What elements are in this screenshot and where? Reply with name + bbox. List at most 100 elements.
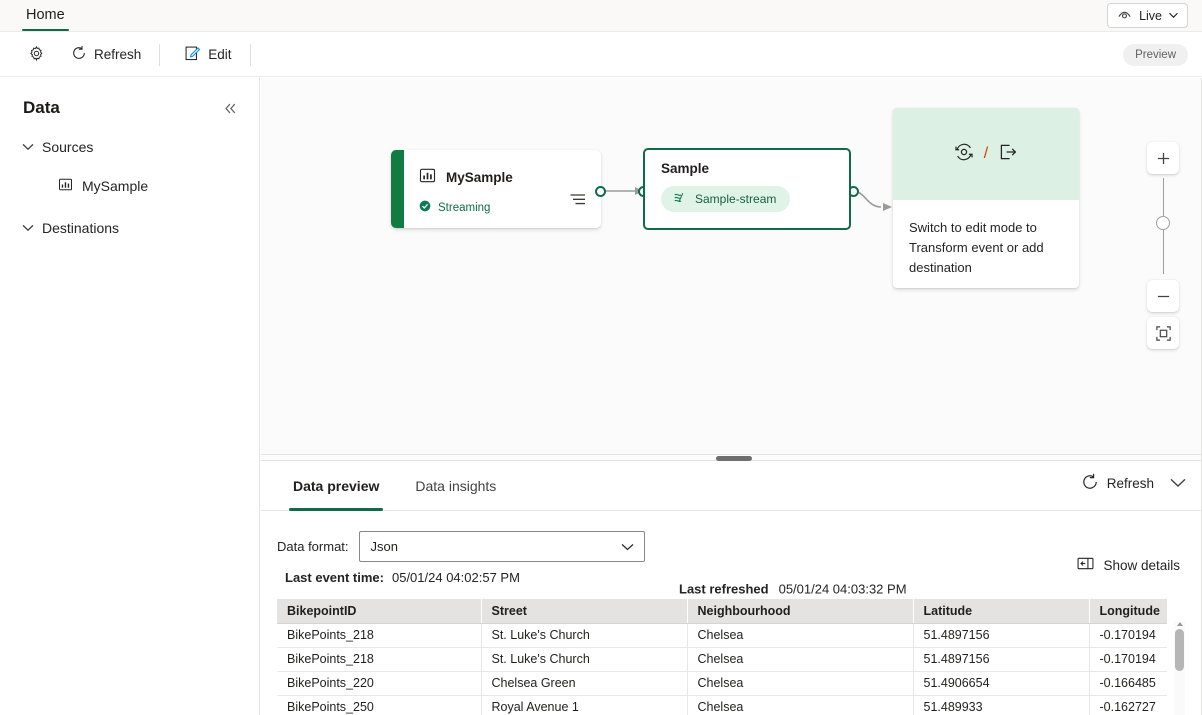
- table-cell: 51.4897156: [913, 623, 1090, 648]
- canvas-node-hint[interactable]: / Switch to edit mode to Transform event…: [893, 108, 1079, 288]
- table-cell: BikePoints_220: [277, 671, 482, 696]
- chevron-down-icon: [22, 224, 34, 232]
- preview-badge-label: Preview: [1135, 49, 1176, 61]
- table-column-header[interactable]: BikepointID: [277, 599, 482, 624]
- scroll-up-arrow-icon[interactable]: [1176, 622, 1183, 626]
- data-preview-table: BikepointID Street Neighbourhood Latitude Lo…: [277, 599, 1167, 715]
- eventstream-canvas[interactable]: MySample Streaming Sample Sample-stream …: [261, 78, 1202, 454]
- sidebar-item-mysample[interactable]: MySample: [0, 171, 259, 201]
- table-cell: BikePoints_218: [277, 647, 482, 672]
- table-row[interactable]: BikePoints_218 St. Luke's Church Chelsea 51…: [277, 623, 1167, 648]
- data-format-label: Data format:: [277, 539, 349, 554]
- preview-meta: Data format: Json Last event time: 05/01…: [261, 511, 1202, 597]
- table-cell: Chelsea: [687, 623, 914, 648]
- sidebar-group-sources[interactable]: Sources: [0, 132, 259, 162]
- refresh-button[interactable]: Refresh: [61, 40, 151, 70]
- sidebar-title: Data: [23, 98, 60, 117]
- show-details-label: Show details: [1103, 557, 1180, 573]
- refresh-icon: [1081, 473, 1099, 494]
- app-root: Home Live Refresh Edit Preview Data Sour…: [0, 0, 1202, 715]
- tab-home[interactable]: Home: [18, 0, 73, 31]
- check-circle-icon: [419, 200, 431, 215]
- table-body: BikePoints_218 St. Luke's Church Chelsea 51…: [277, 623, 1167, 715]
- edit-label: Edit: [208, 47, 232, 62]
- table-cell: 51.489933: [913, 695, 1090, 715]
- bottom-panel: Data preview Data insights Refresh Data …: [261, 461, 1202, 715]
- sidebar-group-sources-label: Sources: [42, 139, 94, 155]
- table-cell: -0.162727: [1089, 695, 1167, 715]
- zoom-in-button[interactable]: [1147, 142, 1179, 174]
- command-bar: Refresh Edit Preview: [0, 33, 1202, 77]
- canvas-node-source[interactable]: MySample Streaming: [391, 150, 601, 228]
- tab-data-insights[interactable]: Data insights: [411, 461, 500, 511]
- table-column-header[interactable]: Latitude: [913, 599, 1090, 624]
- tab-data-insights-label: Data insights: [415, 477, 497, 494]
- canvas-node-stream[interactable]: Sample Sample-stream: [643, 148, 851, 230]
- zoom-slider[interactable]: [1147, 174, 1179, 278]
- export-destination-icon: [997, 141, 1019, 168]
- table-row[interactable]: BikePoints_218 St. Luke's Church Chelsea 51…: [277, 647, 1167, 672]
- table-cell: Royal Avenue 1: [481, 695, 688, 715]
- table-header-row: BikepointID Street Neighbourhood Latitude Lo…: [277, 599, 1167, 624]
- table-cell: Chelsea: [687, 647, 914, 672]
- transform-icon: [953, 141, 975, 168]
- zoom-out-button[interactable]: [1147, 280, 1179, 312]
- edit-button[interactable]: Edit: [174, 40, 241, 70]
- table-cell: BikePoints_250: [277, 695, 482, 715]
- table-vertical-scrollbar[interactable]: [1174, 621, 1185, 715]
- chevron-down-icon: [621, 539, 634, 554]
- table-column-header[interactable]: Longitude: [1089, 599, 1167, 624]
- source-node-header: MySample: [419, 167, 513, 187]
- settings-button[interactable]: [18, 40, 55, 70]
- zoom-slider-knob[interactable]: [1156, 216, 1170, 230]
- bottom-panel-tabs: Data preview Data insights Refresh: [261, 461, 1202, 511]
- last-event-time-row: Last event time: 05/01/24 04:02:57 PM: [285, 570, 520, 585]
- sidebar-item-mysample-label: MySample: [82, 178, 149, 194]
- hint-separator: /: [983, 145, 989, 162]
- live-mode-button[interactable]: Live: [1107, 3, 1188, 28]
- bottom-panel-collapse-button[interactable]: [1170, 475, 1186, 493]
- eye-icon: [1117, 8, 1132, 23]
- tab-home-label: Home: [26, 7, 65, 23]
- table-cell: St. Luke's Church: [481, 647, 688, 672]
- double-chevron-left-icon[interactable]: [220, 99, 241, 118]
- table-cell: Chelsea: [687, 695, 914, 715]
- source-node-status-label: Streaming: [438, 201, 491, 214]
- bottom-panel-actions: Refresh: [1081, 473, 1186, 494]
- data-format-row: Data format: Json: [277, 531, 645, 562]
- refresh-label: Refresh: [94, 47, 142, 62]
- table-column-header[interactable]: Neighbourhood: [687, 599, 914, 624]
- show-details-button[interactable]: Show details: [1077, 557, 1180, 573]
- table-row[interactable]: BikePoints_250 Royal Avenue 1 Chelsea 51.48…: [277, 695, 1167, 715]
- table-column-header[interactable]: Street: [481, 599, 688, 624]
- command-separator-2: [249, 43, 251, 66]
- scrollbar-thumb[interactable]: [1175, 629, 1184, 671]
- table-cell: Chelsea: [687, 671, 914, 696]
- stream-pill[interactable]: Sample-stream: [661, 186, 791, 212]
- data-preview-table-wrap[interactable]: BikepointID Street Neighbourhood Latitude Lo…: [277, 599, 1185, 715]
- table-cell: -0.170194: [1089, 647, 1167, 672]
- stream-pill-label: Sample-stream: [695, 192, 777, 206]
- fit-to-screen-button[interactable]: [1147, 317, 1179, 349]
- live-label: Live: [1139, 8, 1162, 23]
- data-refresh-button[interactable]: Refresh: [1081, 473, 1154, 494]
- list-lines-icon[interactable]: [569, 193, 587, 211]
- stream-node-title: Sample: [661, 161, 710, 176]
- source-node-title: MySample: [446, 169, 513, 185]
- chevron-down-icon: [1169, 12, 1178, 19]
- tab-data-preview[interactable]: Data preview: [289, 461, 384, 511]
- last-event-time-label: Last event time:: [285, 570, 384, 585]
- chevron-down-icon: [22, 143, 34, 151]
- edit-pencil-icon: [184, 45, 201, 65]
- panel-splitter[interactable]: [261, 454, 1202, 461]
- source-output-port[interactable]: [594, 185, 606, 197]
- sidebar-group-destinations[interactable]: Destinations: [0, 213, 259, 243]
- table-row[interactable]: BikePoints_220 Chelsea Green Chelsea 51.490…: [277, 671, 1167, 696]
- preview-badge: Preview: [1123, 44, 1188, 66]
- data-format-select[interactable]: Json: [358, 531, 645, 562]
- chart-icon: [58, 177, 73, 195]
- table-cell: BikePoints_218: [277, 623, 482, 648]
- hint-node-text: Switch to edit mode to Transform event o…: [909, 220, 1044, 275]
- table-cell: -0.166485: [1089, 671, 1167, 696]
- table-cell: Chelsea Green: [481, 671, 688, 696]
